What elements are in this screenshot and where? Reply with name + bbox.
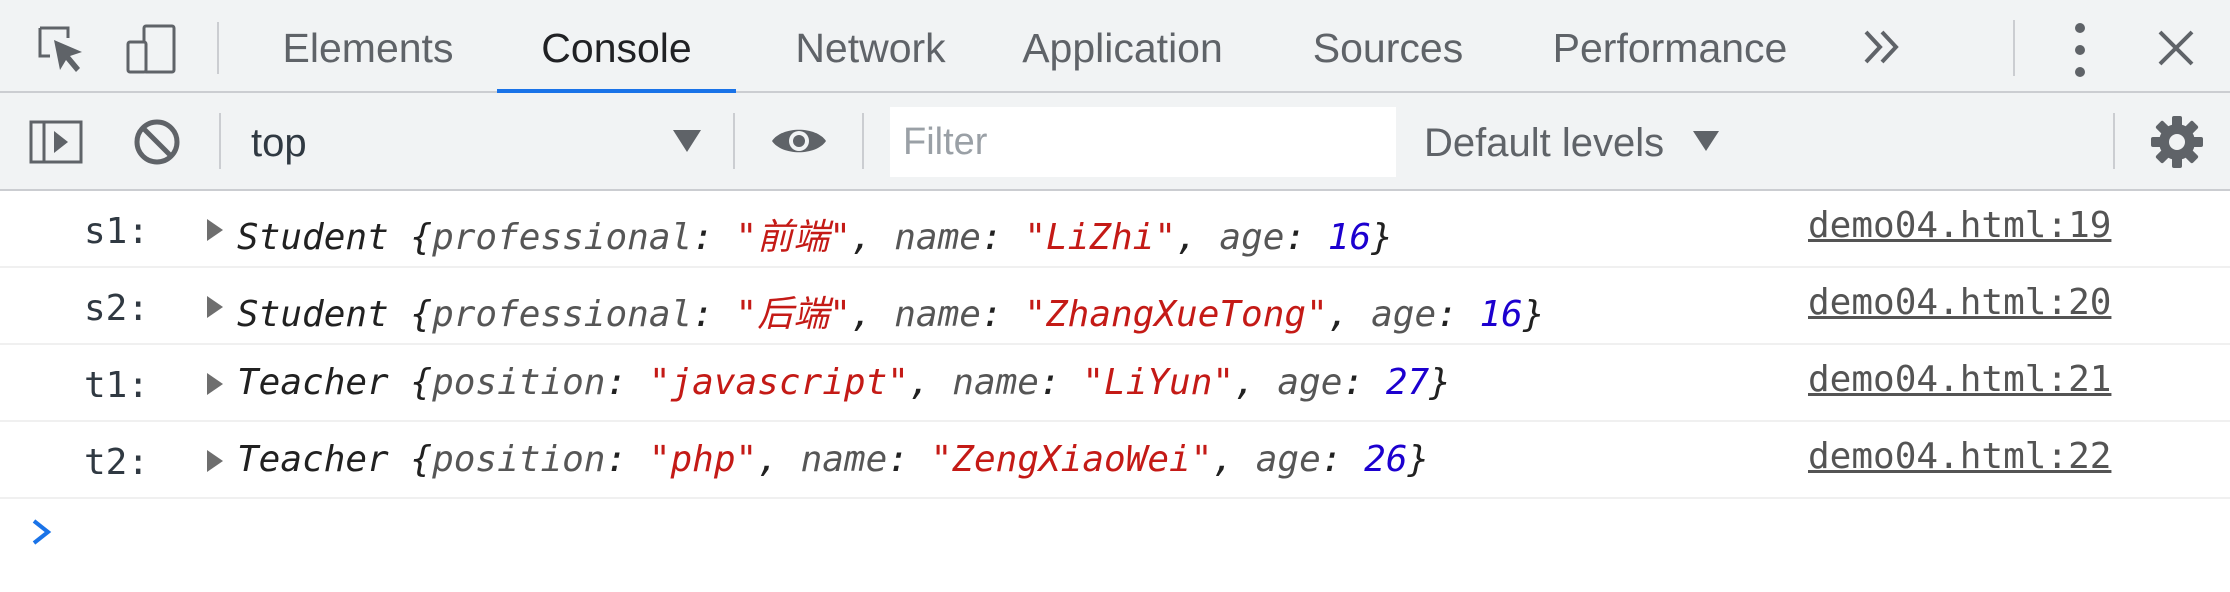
more-tabs-icon[interactable]	[1862, 24, 1902, 70]
levels-dropdown-icon[interactable]	[1691, 129, 1721, 153]
context-dropdown-icon[interactable]	[671, 128, 703, 154]
object-preview[interactable]: Student {professional: "前端", name: "LiZh…	[237, 208, 1393, 260]
prop-value: "ZengXiaoWei"	[930, 439, 1213, 480]
console-message: t1: Teacher {position: "javascript", nam…	[0, 345, 2230, 422]
object-preview[interactable]: Teacher {position: "php", name: "ZengXia…	[237, 439, 1429, 480]
settings-gear-icon[interactable]	[2150, 115, 2204, 169]
tab-application[interactable]: Application	[1000, 0, 1245, 93]
message-label: t2:	[84, 442, 150, 483]
prop-value: "ZhangXueTong"	[1024, 294, 1328, 335]
console-toolbar: top Default levels	[0, 93, 2230, 191]
divider	[219, 113, 221, 169]
filter-input[interactable]	[890, 107, 1396, 177]
console-messages: s1: Student {professional: "前端", name: "…	[0, 191, 2230, 499]
class-name: Teacher	[237, 362, 389, 403]
prop-key: age	[1219, 217, 1285, 258]
expand-triangle-icon[interactable]	[205, 371, 225, 397]
kebab-menu-icon[interactable]	[2066, 20, 2094, 80]
prop-value: 27	[1385, 362, 1430, 403]
expand-triangle-icon[interactable]	[205, 294, 225, 320]
prop-value: "javascript"	[648, 362, 909, 403]
prop-key: name	[800, 439, 888, 480]
prop-key: professional	[432, 294, 693, 335]
tab-network[interactable]: Network	[758, 0, 983, 93]
prop-key: position	[432, 439, 606, 480]
prop-value: "后端"	[735, 294, 851, 335]
tab-performance[interactable]: Performance	[1539, 0, 1801, 93]
prop-value: "LiZhi"	[1024, 217, 1177, 258]
tab-elements[interactable]: Elements	[252, 0, 484, 93]
prop-key: professional	[432, 217, 693, 258]
class-name: Teacher	[237, 439, 389, 480]
prop-value: 16	[1479, 294, 1523, 335]
object-preview[interactable]: Student {professional: "后端", name: "Zhan…	[237, 285, 1545, 337]
sidebar-toggle-icon[interactable]	[28, 119, 84, 165]
prop-key: position	[432, 362, 606, 403]
prop-key: name	[894, 217, 981, 258]
source-link[interactable]: demo04.html:20	[1808, 282, 2111, 323]
prop-value: "前端"	[735, 217, 851, 258]
divider	[862, 113, 864, 169]
prop-key: age	[1277, 362, 1343, 403]
console-message: s2: Student {professional: "后端", name: "…	[0, 268, 2230, 345]
divider	[217, 22, 219, 74]
divider	[733, 113, 735, 169]
prop-value: 26	[1364, 439, 1408, 480]
console-message: t2: Teacher {position: "php", name: "Zen…	[0, 422, 2230, 499]
console-message: s1: Student {professional: "前端", name: "…	[0, 191, 2230, 268]
context-selector[interactable]: top	[251, 93, 307, 189]
divider	[2013, 20, 2015, 76]
source-link[interactable]: demo04.html:21	[1808, 359, 2111, 400]
class-name: Student	[237, 294, 389, 335]
devtools-tab-bar: Elements Console Network Application Sou…	[0, 0, 2230, 94]
source-link[interactable]: demo04.html:22	[1808, 436, 2111, 477]
prop-value: 16	[1327, 217, 1372, 258]
expand-triangle-icon[interactable]	[205, 448, 225, 474]
message-label: t1:	[84, 365, 150, 406]
message-label: s2:	[84, 288, 150, 329]
console-prompt-icon[interactable]	[30, 517, 54, 547]
prop-value: "php"	[648, 439, 758, 480]
prop-key: age	[1255, 439, 1321, 480]
prop-value: "LiYun"	[1082, 362, 1235, 403]
inspect-element-icon[interactable]	[34, 22, 90, 78]
tab-sources[interactable]: Sources	[1300, 0, 1476, 93]
device-toolbar-icon[interactable]	[124, 22, 180, 78]
live-expression-eye-icon[interactable]	[770, 122, 828, 160]
source-link[interactable]: demo04.html:19	[1808, 205, 2111, 246]
expand-triangle-icon[interactable]	[205, 217, 225, 243]
class-name: Student	[237, 217, 389, 258]
tab-console[interactable]: Console	[497, 0, 736, 93]
close-icon[interactable]	[2156, 28, 2196, 68]
prop-key: name	[894, 294, 981, 335]
clear-console-icon[interactable]	[132, 117, 182, 167]
default-levels-dropdown[interactable]: Default levels	[1424, 93, 1664, 189]
prop-key: age	[1371, 294, 1437, 335]
object-preview[interactable]: Teacher {position: "javascript", name: "…	[237, 362, 1451, 403]
prop-key: name	[952, 362, 1039, 403]
divider	[2113, 113, 2115, 169]
message-label: s1:	[84, 211, 150, 252]
